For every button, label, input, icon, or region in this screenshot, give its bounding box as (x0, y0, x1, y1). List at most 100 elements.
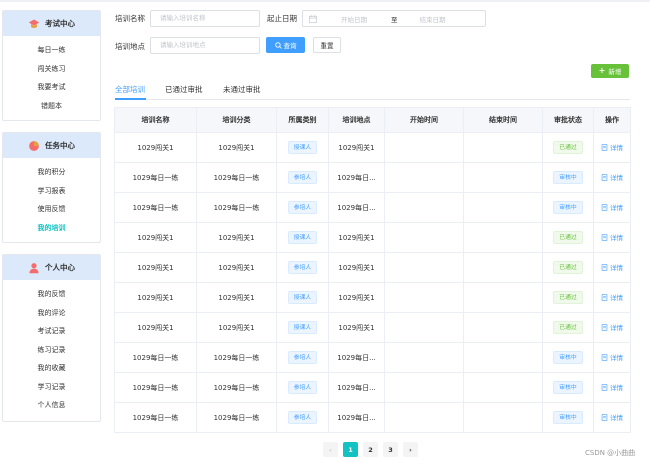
detail-link-label: 详情 (610, 204, 623, 213)
detail-link[interactable]: 详情 (601, 292, 623, 302)
document-icon (601, 324, 608, 331)
table-row: 1029闯关1 1029闯关1 授课人 1029闯关1 已通过 详情 (114, 222, 631, 253)
pagination-page-3[interactable]: 3 (383, 442, 398, 457)
detail-link[interactable]: 详情 (601, 142, 623, 152)
detail-link[interactable]: 详情 (601, 202, 623, 212)
query-button[interactable]: 查询 (266, 37, 305, 53)
cell-training-category: 1029每日一练 (196, 342, 277, 373)
sidebar-task-center: 任务中心 我的积分 学习报表 使用反馈 我的培训 (2, 132, 101, 243)
plus-icon: + (598, 66, 606, 75)
date-range-picker[interactable]: 开始日期 至 结束日期 (302, 10, 486, 27)
document-icon (601, 414, 608, 421)
pagination-prev-button[interactable]: ‹ (323, 442, 338, 457)
cell-type: 授课人 (276, 132, 329, 163)
cell-training-category: 1029每日一练 (196, 402, 277, 433)
cell-training-name: 1029每日一练 (114, 192, 197, 223)
pagination-page-2[interactable]: 2 (363, 442, 378, 457)
tab-approved[interactable]: 已通过审批 (165, 84, 203, 95)
cell-type: 参培人 (276, 372, 329, 403)
sidebar-item-wrong-book[interactable]: 错题本 (3, 97, 100, 116)
start-date-input[interactable]: 开始日期 (341, 14, 367, 24)
status-badge: 审核中 (553, 171, 583, 184)
table-row: 1029闯关1 1029闯关1 授课人 1029闯关1 已通过 详情 (114, 282, 631, 313)
reset-button[interactable]: 重置 (313, 37, 341, 53)
type-tag: 授课人 (287, 141, 318, 154)
cell-actions: 详情 (593, 282, 631, 313)
cell-training-name: 1029闯关1 (114, 222, 197, 253)
cell-actions: 详情 (593, 162, 631, 193)
header-type: 所属类别 (276, 107, 329, 133)
sidebar-item-study-records[interactable]: 学习记录 (3, 378, 100, 397)
sidebar-item-my-comments[interactable]: 我的评论 (3, 304, 100, 323)
training-name-input[interactable]: 请输入培训名称 (150, 10, 260, 27)
add-button[interactable]: + 新增 (591, 64, 629, 78)
detail-link[interactable]: 详情 (601, 322, 623, 332)
sidebar-item-take-exam[interactable]: 我要考试 (3, 78, 100, 97)
table-row: 1029每日一练 1029每日一练 参培人 1029每日... 审核中 详情 (114, 372, 631, 403)
cell-actions: 详情 (593, 402, 631, 433)
sidebar-item-daily-practice[interactable]: 每日一练 (3, 41, 100, 60)
cell-end-time (463, 282, 543, 313)
sidebar-item-feedback[interactable]: 使用反馈 (3, 200, 100, 219)
sidebar-item-level-practice[interactable]: 闯关练习 (3, 60, 100, 79)
sidebar-item-my-feedback[interactable]: 我的反馈 (3, 285, 100, 304)
cell-end-time (463, 402, 543, 433)
cell-training-name: 1029每日一练 (114, 162, 197, 193)
detail-link[interactable]: 详情 (601, 232, 623, 242)
sidebar-item-study-report[interactable]: 学习报表 (3, 182, 100, 201)
cell-approval-status: 已通过 (542, 252, 594, 283)
cell-place: 1029闯关1 (328, 282, 385, 313)
sidebar-exam-list: 每日一练 闯关练习 我要考试 错题本 (3, 36, 100, 115)
cell-training-name: 1029闯关1 (114, 132, 197, 163)
training-place-input[interactable]: 请输入培训地点 (150, 37, 260, 54)
tab-not-approved[interactable]: 未通过审批 (223, 84, 261, 95)
cell-training-name: 1029每日一练 (114, 372, 197, 403)
cell-start-time (384, 372, 464, 403)
training-table: 培训名称 培训分类 所属类别 培训地点 开始时间 结束时间 审批状态 操作 10… (114, 107, 631, 433)
type-tag: 参培人 (287, 381, 318, 394)
sidebar-item-my-points[interactable]: 我的积分 (3, 163, 100, 182)
status-badge: 审核中 (553, 411, 583, 424)
detail-link-label: 详情 (610, 174, 623, 183)
graduation-cap-icon (28, 19, 40, 28)
cell-training-name: 1029每日一练 (114, 342, 197, 373)
detail-link[interactable]: 详情 (601, 382, 623, 392)
header-start-time: 开始时间 (384, 107, 464, 133)
detail-link[interactable]: 详情 (601, 412, 623, 422)
cell-place: 1029闯关1 (328, 252, 385, 283)
sidebar-item-my-favorites[interactable]: 我的收藏 (3, 359, 100, 378)
search-icon (274, 41, 282, 49)
end-date-input[interactable]: 结束日期 (420, 14, 446, 24)
query-button-label: 查询 (283, 42, 297, 50)
cell-end-time (463, 222, 543, 253)
sidebar-item-exam-records[interactable]: 考试记录 (3, 322, 100, 341)
sidebar-item-personal-info[interactable]: 个人信息 (3, 396, 100, 415)
cell-end-time (463, 132, 543, 163)
pagination-next-button[interactable]: › (403, 442, 418, 457)
pagination-page-1[interactable]: 1 (343, 442, 358, 457)
cell-end-time (463, 342, 543, 373)
sidebar-item-my-training[interactable]: 我的培训 (3, 219, 100, 238)
tab-all-training[interactable]: 全部培训 (115, 84, 145, 95)
cell-type: 授课人 (276, 282, 329, 313)
table-row: 1029每日一练 1029每日一练 参培人 1029每日... 审核中 详情 (114, 192, 631, 223)
document-icon (601, 144, 608, 151)
detail-link-label: 详情 (610, 144, 623, 153)
cell-training-category: 1029每日一练 (196, 162, 277, 193)
sidebar-personal-header[interactable]: 个人中心 (3, 255, 100, 280)
detail-link[interactable]: 详情 (601, 352, 623, 362)
detail-link[interactable]: 详情 (601, 262, 623, 272)
cell-type: 参培人 (276, 402, 329, 433)
header-approval-status: 审批状态 (542, 107, 594, 133)
status-badge: 已通过 (553, 261, 583, 274)
cell-place: 1029每日... (328, 162, 385, 193)
detail-link[interactable]: 详情 (601, 172, 623, 182)
cell-actions: 详情 (593, 372, 631, 403)
document-icon (601, 234, 608, 241)
cell-place: 1029闯关1 (328, 312, 385, 343)
type-tag: 参培人 (287, 201, 318, 214)
sidebar-item-practice-records[interactable]: 练习记录 (3, 341, 100, 360)
cell-actions: 详情 (593, 252, 631, 283)
sidebar-exam-header[interactable]: 考试中心 (3, 11, 100, 36)
sidebar-task-header[interactable]: 任务中心 (3, 133, 100, 158)
